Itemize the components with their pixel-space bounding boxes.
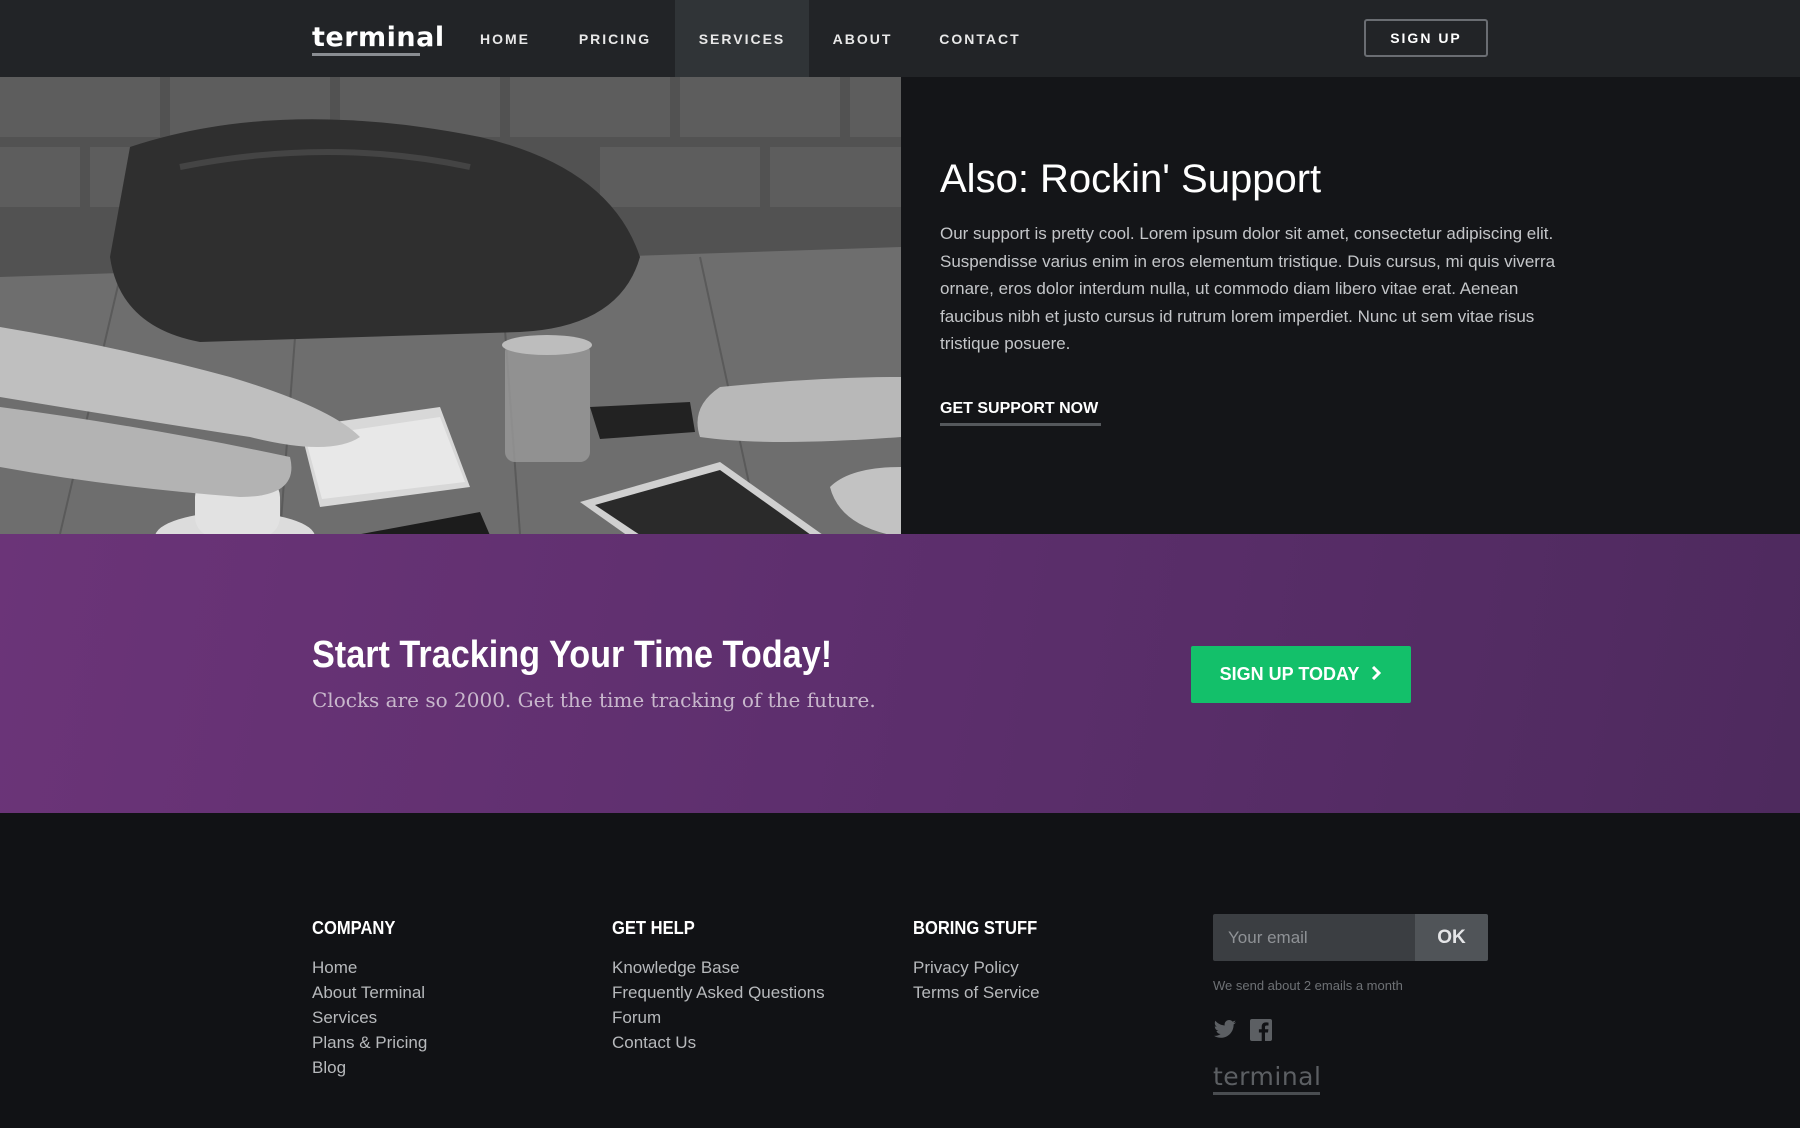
newsletter-email-input[interactable]: Your email [1213,914,1415,961]
footer-links-get-help: Knowledge Base Frequently Asked Question… [612,955,825,1055]
support-photo [0,77,901,534]
sign-up-today-button[interactable]: SIGN UP TODAY [1191,646,1411,703]
footer-link-services[interactable]: Services [312,1005,427,1030]
footer-links-boring-stuff: Privacy Policy Terms of Service [913,955,1040,1005]
support-body: Our support is pretty cool. Lorem ipsum … [940,224,1556,353]
chevron-right-icon [1371,646,1382,703]
footer-link-about-terminal[interactable]: About Terminal [312,980,427,1005]
facebook-icon[interactable] [1250,1019,1274,1043]
newsletter-ok-button[interactable]: OK [1415,914,1488,961]
footer-heading-get-help: GET HELP [612,918,695,938]
footer-heading-boring-stuff: BORING STUFF [913,918,1038,938]
cta-title: Start Tracking Your Time Today! [312,634,833,676]
footer-link-home[interactable]: Home [312,955,427,980]
nav-item-about[interactable]: ABOUT [820,0,905,77]
nav-item-services[interactable]: SERVICES [675,0,809,77]
footer-link-faq[interactable]: Frequently Asked Questions [612,980,825,1005]
footer-links-company: Home About Terminal Services Plans & Pri… [312,955,427,1080]
footer-link-contact-us[interactable]: Contact Us [612,1030,825,1055]
get-support-link[interactable]: GET SUPPORT NOW [940,400,1098,418]
twitter-icon[interactable] [1213,1019,1237,1043]
footer-link-knowledge-base[interactable]: Knowledge Base [612,955,825,980]
footer-link-plans-pricing[interactable]: Plans & Pricing [312,1030,427,1055]
newsletter-note: We send about 2 emails a month [1213,978,1403,993]
cta-banner [0,534,1800,813]
get-support-link-underline [940,423,1101,426]
logo[interactable]: terminal [312,22,445,53]
footer-logo-underline [1213,1092,1320,1095]
cta-subtitle: Clocks are so 2000. Get the time trackin… [312,688,876,712]
nav-item-home[interactable]: HOME [465,0,545,77]
nav-item-contact[interactable]: CONTACT [930,0,1030,77]
support-title: Also: Rockin' Support [940,157,1322,201]
logo-underline [312,53,420,56]
footer-link-privacy-policy[interactable]: Privacy Policy [913,955,1040,980]
top-navbar: terminal HOME PRICING SERVICES ABOUT CON… [0,0,1800,77]
footer-link-blog[interactable]: Blog [312,1055,427,1080]
footer-link-terms-of-service[interactable]: Terms of Service [913,980,1040,1005]
footer-heading-company: COMPANY [312,918,396,938]
signup-button[interactable]: SIGN UP [1364,19,1488,57]
footer-link-forum[interactable]: Forum [612,1005,825,1030]
sign-up-today-label: SIGN UP TODAY [1219,664,1360,684]
page: terminal HOME PRICING SERVICES ABOUT CON… [0,0,1804,1128]
nav-item-pricing[interactable]: PRICING [565,0,665,77]
footer [0,813,1800,1128]
support-photo-illustration [0,77,901,534]
footer-logo[interactable]: terminal [1213,1062,1321,1091]
